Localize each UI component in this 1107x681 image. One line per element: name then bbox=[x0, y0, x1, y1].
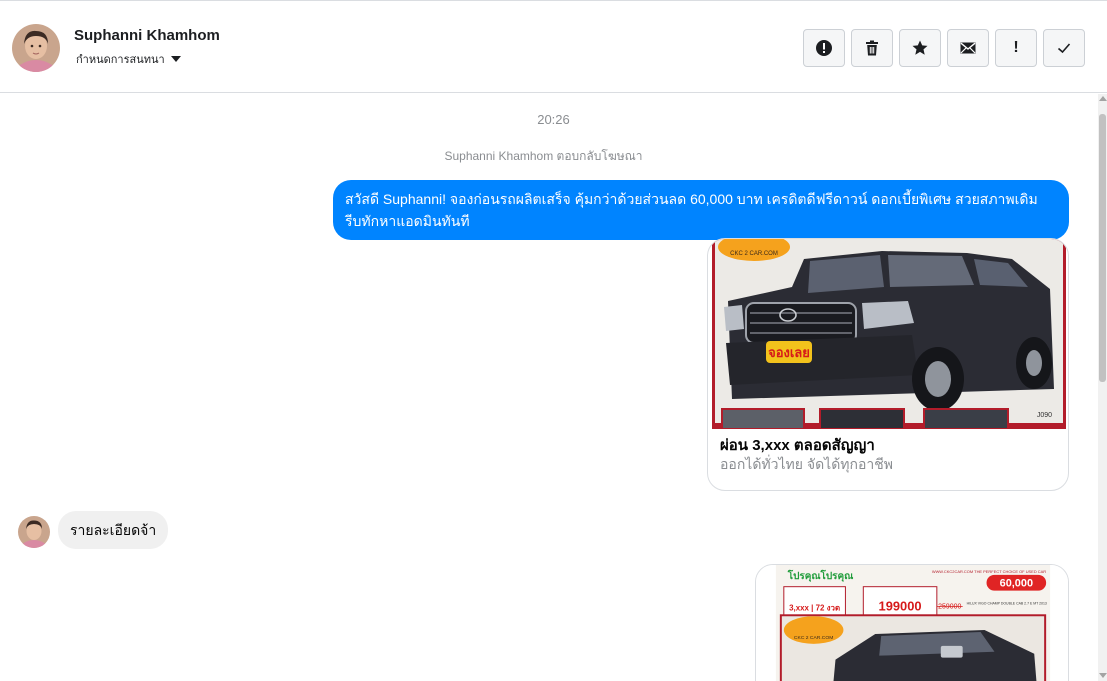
scroll-up-arrow-icon[interactable] bbox=[1098, 96, 1107, 101]
ad-reply-note: Suphanni Khamhom ตอบกลับโฆษณา bbox=[444, 149, 643, 163]
ad-card-subtitle: ออกได้ทั่วไทย จัดได้ทุกอาชีพ bbox=[720, 456, 894, 472]
ad2-promo-title: โปรคุณโปรคุณ bbox=[787, 569, 854, 582]
ad-card[interactable]: CKC 2 CAR.COM จองเลย J090 ผ่อน 3,xxx ตลอ… bbox=[707, 238, 1069, 491]
ad-card-2[interactable]: โปรคุณโปรคุณ WWW.CKC2CAR.COM THE PERFECT… bbox=[755, 564, 1069, 681]
contact-name: Suphanni Khamhom bbox=[74, 27, 220, 44]
ad2-site-text: WWW.CKC2CAR.COM THE PERFECT CHOICE OF US… bbox=[932, 569, 1046, 574]
mark-unread-button[interactable] bbox=[947, 29, 989, 67]
outgoing-message[interactable]: สวัสดี Suphanni! จองก่อนรถผลิตเสร็จ คุ้ม… bbox=[333, 180, 1069, 240]
ad-card-image[interactable]: CKC 2 CAR.COM จองเลย J090 bbox=[712, 239, 1066, 429]
scroll-thumb[interactable] bbox=[1099, 114, 1106, 382]
mark-done-button[interactable] bbox=[1043, 29, 1085, 67]
ad2-discount-text: 60,000 bbox=[1000, 578, 1033, 590]
ad2-price-text: 199000 bbox=[879, 598, 922, 613]
mark-spam-button[interactable] bbox=[803, 29, 845, 67]
ad2-model-text: HILUX VIGO CHAMP DOUBLE CAB 2.7 E MT 201… bbox=[967, 601, 1047, 605]
scroll-down-arrow-icon[interactable] bbox=[1098, 673, 1107, 678]
inbox-conversation: Suphanni Khamhom กำหนดการสนทนา ! 20:26 S… bbox=[0, 0, 1107, 681]
star-button[interactable] bbox=[899, 29, 941, 67]
assign-conversation-label: กำหนดการสนทนา bbox=[76, 54, 165, 66]
ad-badge-text: จองเลย bbox=[768, 346, 810, 361]
chat-scrollbar[interactable] bbox=[1098, 94, 1107, 681]
check-icon bbox=[1057, 43, 1071, 54]
envelope-icon bbox=[960, 42, 976, 54]
ad-code-text: J090 bbox=[1037, 412, 1052, 419]
alert-circle-icon bbox=[816, 40, 832, 56]
message-thread[interactable]: 20:26 Suphanni Khamhom ตอบกลับโฆษณา สวัส… bbox=[0, 94, 1098, 681]
incoming-message[interactable]: รายละเอียดจ้า bbox=[58, 511, 169, 549]
ad2-old-price-text: 259000 bbox=[938, 603, 961, 610]
sender-avatar bbox=[18, 516, 50, 548]
contact-avatar[interactable] bbox=[12, 24, 60, 72]
exclamation-icon: ! bbox=[1013, 39, 1019, 56]
ad2-logo-text: CKC 2 CAR.COM bbox=[794, 635, 833, 641]
header-actions: ! bbox=[803, 29, 1085, 67]
conversation-header: Suphanni Khamhom กำหนดการสนทนา ! bbox=[0, 4, 1107, 93]
ad2-installment-text: 3,xxx | 72 งวด bbox=[789, 603, 840, 612]
caret-down-icon bbox=[170, 56, 181, 62]
delete-button[interactable] bbox=[851, 29, 893, 67]
trash-icon bbox=[866, 40, 878, 56]
assign-conversation-dropdown[interactable]: กำหนดการสนทนา bbox=[76, 50, 181, 68]
follow-up-button[interactable]: ! bbox=[995, 29, 1037, 67]
timestamp-separator: 20:26 bbox=[537, 112, 570, 127]
star-icon bbox=[912, 40, 928, 55]
ad-logo-text: CKC 2 CAR.COM bbox=[730, 251, 778, 257]
